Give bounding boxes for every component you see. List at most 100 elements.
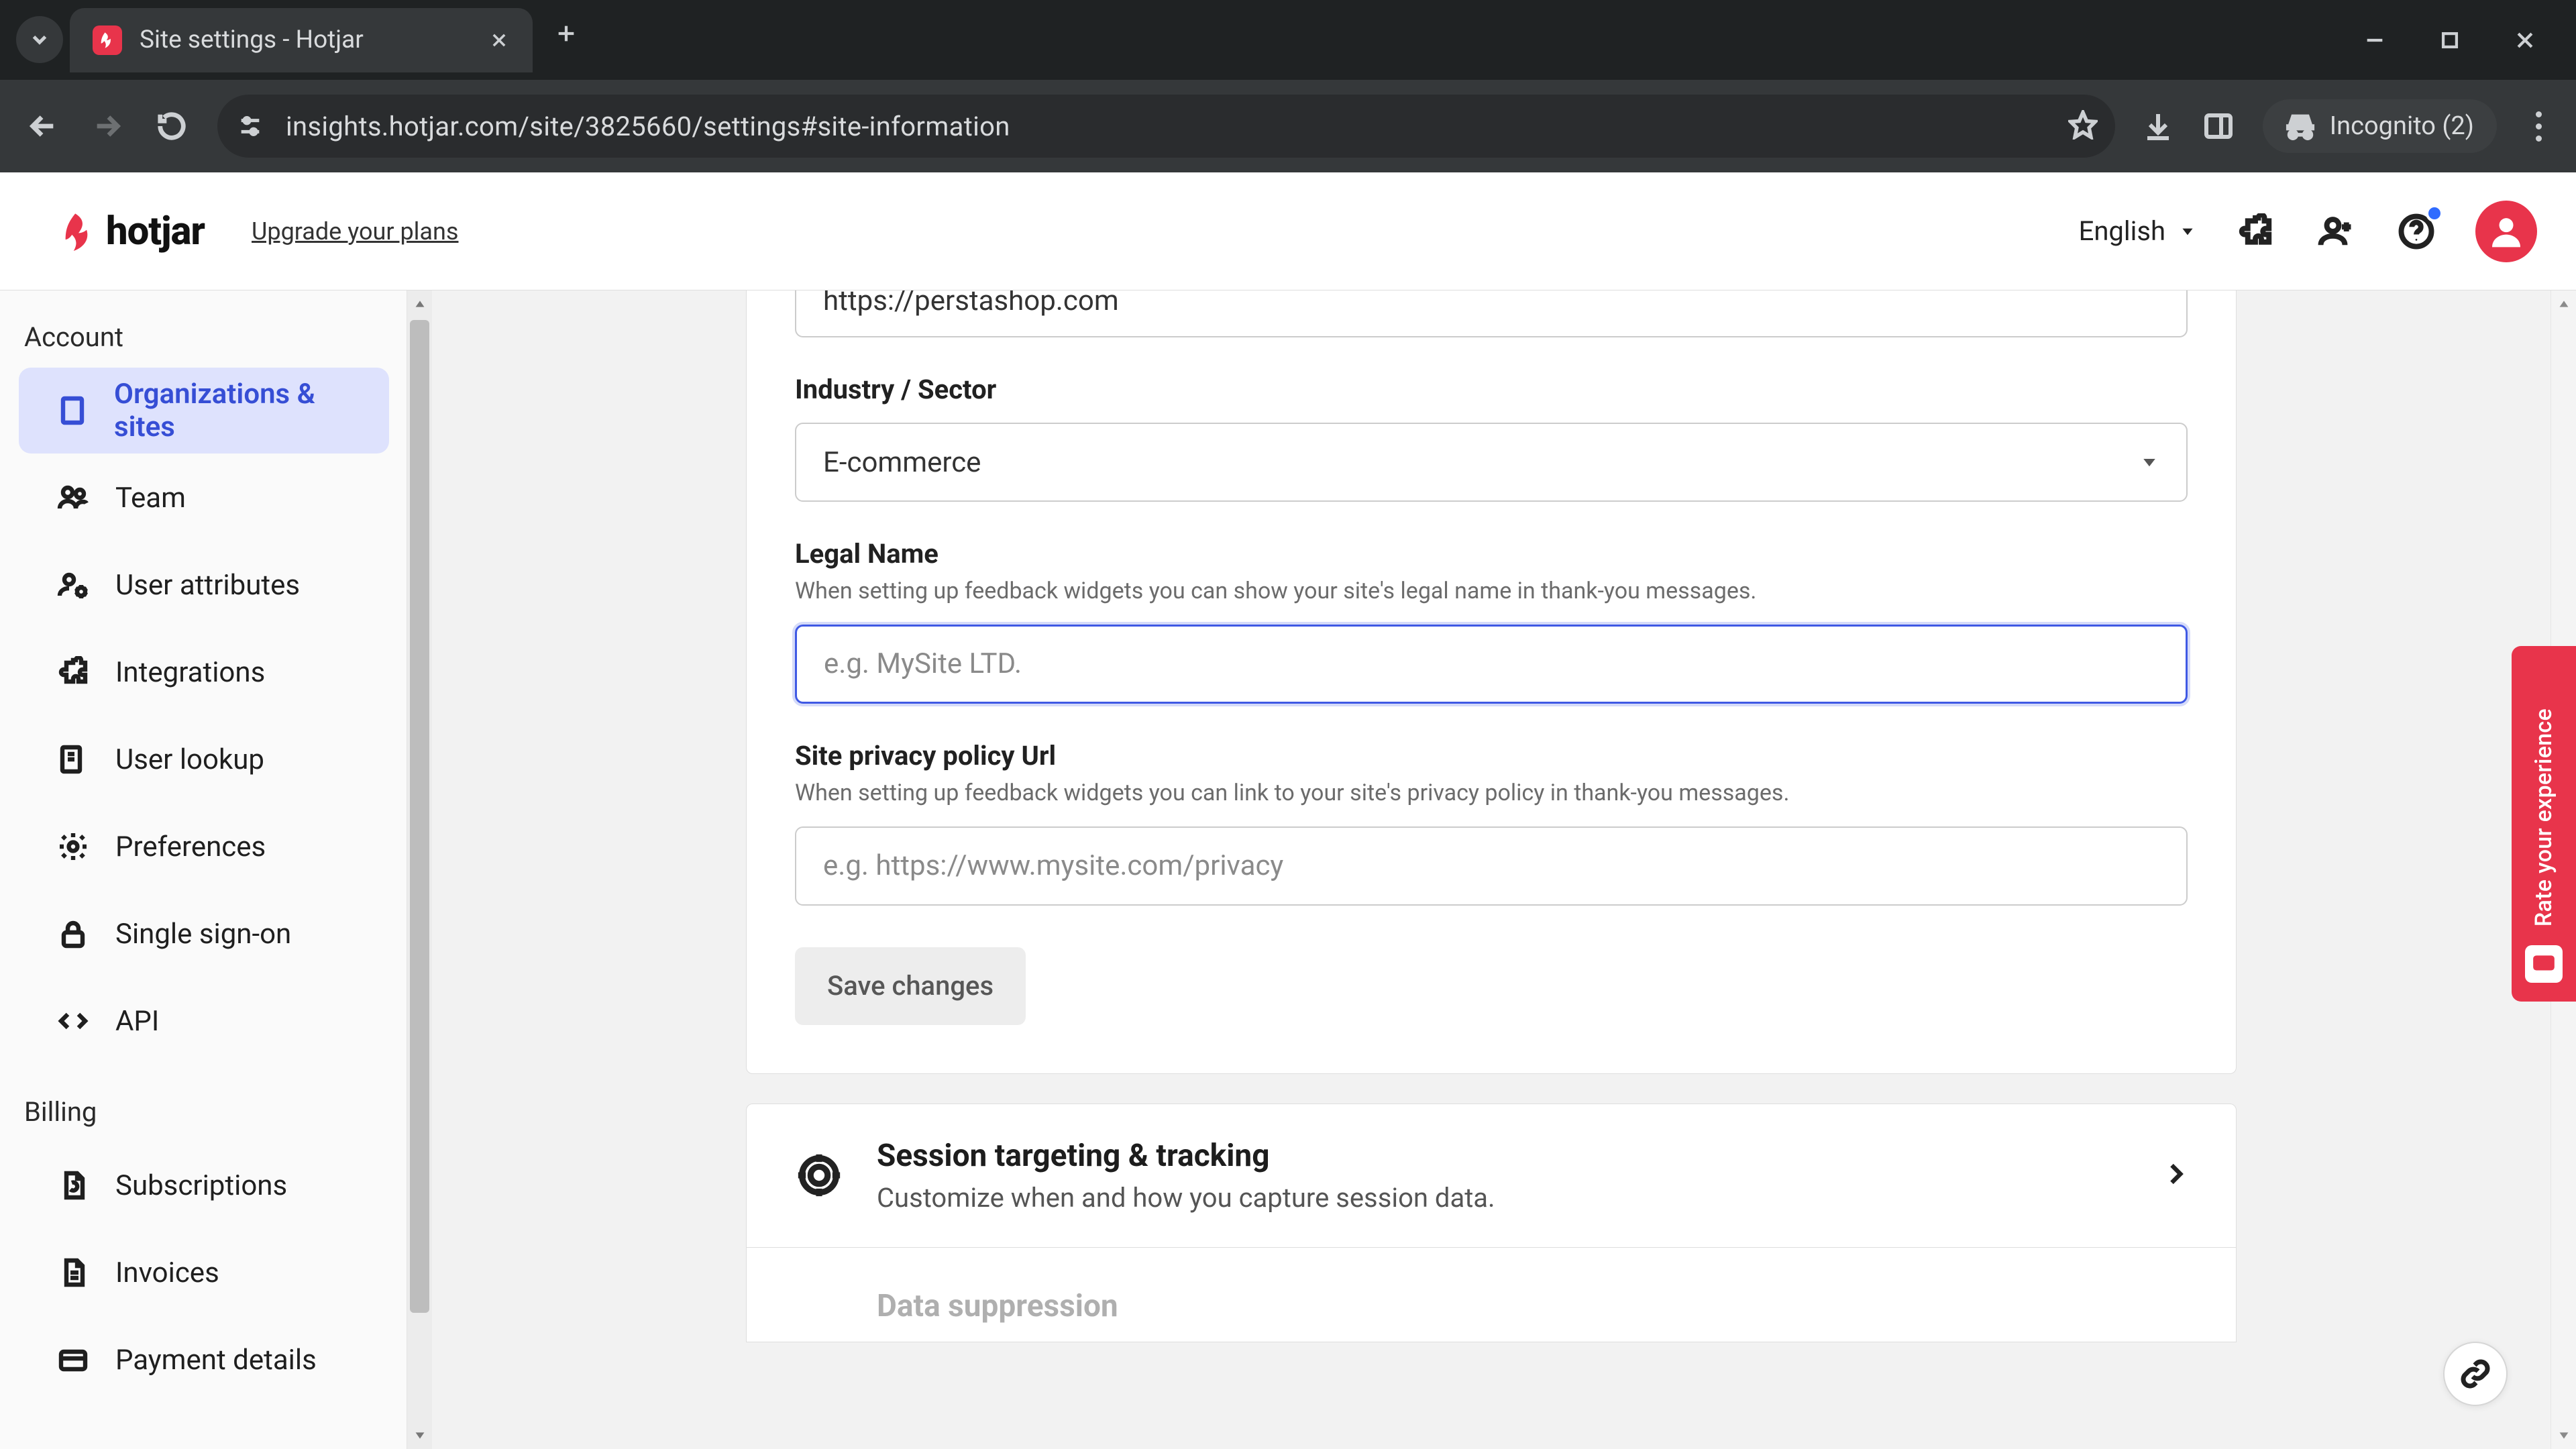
window-minimize-button[interactable] [2360, 25, 2390, 55]
sidebar-item-user-attributes[interactable]: User attributes [19, 542, 389, 628]
chevron-down-icon [28, 28, 51, 51]
sidebar-item-label: Subscriptions [115, 1169, 287, 1202]
tab-search-button[interactable] [16, 16, 63, 63]
new-tab-button[interactable] [547, 15, 585, 52]
triangle-up-icon [2557, 297, 2571, 311]
session-targeting-sub: Customize when and how you capture sessi… [877, 1182, 1495, 1214]
scrollbar-thumb[interactable] [410, 320, 429, 1313]
sidebar-item-single-sign-on[interactable]: Single sign-on [19, 891, 389, 977]
tune-icon [237, 113, 264, 140]
incognito-indicator[interactable]: Incognito (2) [2263, 99, 2497, 153]
bookmark-button[interactable] [2068, 110, 2098, 142]
window-maximize-button[interactable] [2435, 25, 2465, 55]
plus-icon [555, 22, 578, 45]
legal-name-input[interactable] [795, 625, 2188, 704]
browser-forward-button[interactable] [89, 107, 126, 145]
privacy-url-help: When setting up feedback widgets you can… [795, 778, 2188, 809]
browser-toolbar: insights.hotjar.com/site/3825660/setting… [0, 80, 2576, 172]
session-targeting-text: Session targeting & tracking Customize w… [877, 1138, 1495, 1214]
industry-value: E-commerce [823, 446, 981, 479]
sidebar-scrollbar[interactable] [407, 290, 432, 1449]
puzzle-icon [2237, 213, 2273, 250]
site-settings-button[interactable] [235, 111, 266, 142]
sidebar-item-label: Team [115, 482, 186, 515]
building-icon [56, 394, 89, 427]
main-content: https://perstashop.com Industry / Sector… [432, 290, 2551, 1449]
language-label: English [2079, 215, 2165, 247]
star-icon [2068, 110, 2098, 140]
sidebar-item-organizations-sites[interactable]: Organizations & sites [19, 368, 389, 453]
user-plus-icon [2318, 213, 2354, 250]
site-url-input[interactable]: https://perstashop.com [795, 290, 2188, 337]
code-icon [56, 1004, 90, 1038]
sidebar-group-billing: Billing [0, 1065, 407, 1141]
lock-icon [56, 917, 90, 951]
sidebar-container: Account Organizations & sites Team User … [0, 290, 432, 1449]
sidebar-item-user-lookup[interactable]: User lookup [19, 716, 389, 802]
arrow-right-icon [92, 111, 123, 142]
sidebar-item-api[interactable]: API [19, 978, 389, 1064]
privacy-url-input[interactable] [795, 826, 2188, 906]
feedback-face-icon [2525, 945, 2563, 983]
legal-name-label: Legal Name [795, 538, 2188, 570]
upgrade-plans-link[interactable]: Upgrade your plans [252, 217, 458, 246]
sidebar-item-team[interactable]: Team [19, 455, 389, 541]
triangle-up-icon [413, 297, 427, 311]
copy-link-button[interactable] [2443, 1342, 2508, 1406]
file-refresh-icon [56, 1169, 90, 1202]
browser-actions: Incognito (2) [2142, 99, 2552, 153]
arrow-left-icon [28, 111, 58, 142]
invite-user-button[interactable] [2314, 210, 2357, 253]
industry-select[interactable]: E-commerce [795, 423, 2188, 502]
credit-card-icon [56, 1343, 90, 1377]
close-icon [490, 31, 508, 50]
sidebar-item-subscriptions[interactable]: Subscriptions [19, 1142, 389, 1228]
scroll-down-button[interactable] [407, 1422, 432, 1449]
hotjar-logo[interactable]: hotjar [59, 209, 205, 254]
puzzle-icon [56, 655, 90, 689]
scroll-down-button[interactable] [2551, 1422, 2576, 1449]
sidebar-item-invoices[interactable]: Invoices [19, 1230, 389, 1316]
industry-field: Industry / Sector E-commerce [795, 374, 2188, 502]
save-changes-button[interactable]: Save changes [795, 947, 1026, 1025]
sidebar-item-label: Single sign-on [115, 918, 291, 951]
legal-name-help: When setting up feedback widgets you can… [795, 576, 2188, 607]
tab-close-button[interactable] [486, 27, 513, 54]
sidebar-item-label: Payment details [115, 1344, 317, 1377]
sidebar-item-integrations[interactable]: Integrations [19, 629, 389, 715]
data-suppression-row[interactable]: Data suppression [746, 1248, 2237, 1342]
window-controls [2360, 0, 2576, 80]
language-selector[interactable]: English [2079, 215, 2196, 247]
window-close-button[interactable] [2510, 25, 2540, 55]
tab-well: Site settings - Hotjar [0, 0, 585, 80]
users-icon [56, 481, 90, 515]
feedback-tab[interactable]: Rate your experience [2512, 646, 2576, 1002]
browser-reload-button[interactable] [153, 107, 191, 145]
target-icon [792, 1148, 846, 1202]
privacy-url-label: Site privacy policy Url [795, 740, 2188, 771]
site-url-value: https://perstashop.com [823, 290, 1119, 317]
browser-tab-active[interactable]: Site settings - Hotjar [70, 8, 533, 72]
sidebar-item-payment-details[interactable]: Payment details [19, 1317, 389, 1403]
scroll-up-button[interactable] [407, 290, 432, 317]
file-lines-icon [56, 1256, 90, 1289]
sidebar-item-preferences[interactable]: Preferences [19, 804, 389, 890]
side-panel-button[interactable] [2202, 110, 2235, 142]
downloads-button[interactable] [2142, 110, 2174, 142]
session-targeting-title: Session targeting & tracking [877, 1138, 1495, 1174]
browser-menu-button[interactable] [2525, 111, 2552, 142]
browser-tabstrip: Site settings - Hotjar [0, 0, 2576, 80]
user-icon [2487, 213, 2525, 250]
help-button[interactable] [2395, 210, 2438, 253]
user-gear-icon [56, 568, 90, 602]
profile-avatar[interactable] [2475, 201, 2537, 262]
download-icon [2142, 110, 2174, 142]
browser-back-button[interactable] [24, 107, 62, 145]
scroll-up-button[interactable] [2551, 290, 2576, 317]
sidebar-item-label: Preferences [115, 830, 266, 863]
sidebar-item-label: API [115, 1005, 159, 1038]
integrations-button[interactable] [2234, 210, 2277, 253]
browser-omnibox[interactable]: insights.hotjar.com/site/3825660/setting… [217, 95, 2115, 158]
session-targeting-row[interactable]: Session targeting & tracking Customize w… [746, 1104, 2237, 1248]
triangle-down-icon [413, 1428, 427, 1443]
